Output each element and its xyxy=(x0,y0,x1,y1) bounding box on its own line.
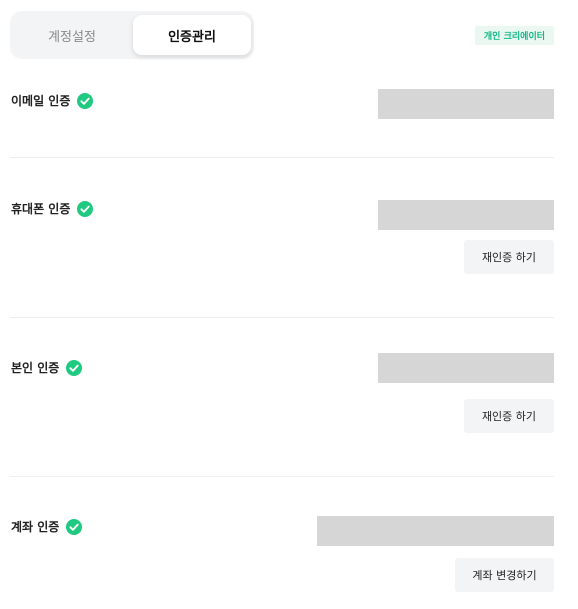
identity-verification-label: 본인 인증 xyxy=(11,361,60,375)
phone-verification-title: 휴대폰 인증 xyxy=(11,200,94,217)
check-circle-icon xyxy=(77,92,94,109)
email-verification-label: 이메일 인증 xyxy=(11,94,71,108)
tab-account-settings[interactable]: 계정설정 xyxy=(14,15,130,55)
tab-verification-management[interactable]: 인증관리 xyxy=(133,15,251,55)
identity-verification-title: 본인 인증 xyxy=(11,359,83,376)
bank-value-masked xyxy=(317,516,554,546)
section-divider xyxy=(10,157,554,158)
section-divider xyxy=(10,476,554,477)
phone-reverify-button[interactable]: 재인증 하기 xyxy=(464,240,554,274)
check-circle-icon xyxy=(77,200,94,217)
email-verification-title: 이메일 인증 xyxy=(11,92,94,109)
check-circle-icon xyxy=(66,359,83,376)
tab-bar: 계정설정 인증관리 xyxy=(10,11,254,59)
identity-value-masked xyxy=(378,353,554,383)
identity-reverify-button[interactable]: 재인증 하기 xyxy=(464,399,554,433)
creator-badge: 개인 크리에이터 xyxy=(474,26,554,45)
section-divider xyxy=(10,317,554,318)
bank-change-button[interactable]: 계좌 변경하기 xyxy=(455,558,554,592)
phone-verification-label: 휴대폰 인증 xyxy=(11,202,71,216)
bank-verification-label: 계좌 인증 xyxy=(11,520,60,534)
email-value-masked xyxy=(378,89,554,119)
bank-verification-title: 계좌 인증 xyxy=(11,518,83,535)
check-circle-icon xyxy=(66,518,83,535)
phone-value-masked xyxy=(378,200,554,230)
